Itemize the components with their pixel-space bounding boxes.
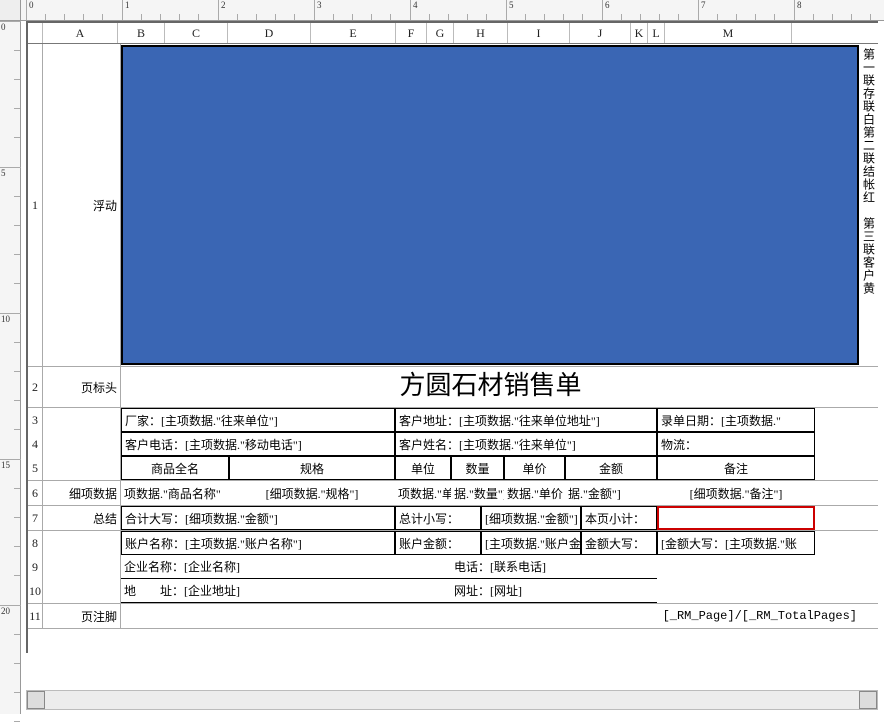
amt-upper-val[interactable]: [金额大写：[主项数据."账: [657, 531, 815, 555]
company-addr[interactable]: 地 址：[企业地址]: [121, 579, 451, 603]
scroll-left-icon[interactable]: [27, 691, 45, 709]
row-label-11: 11: [28, 604, 43, 628]
company-tel[interactable]: 电话：[联系电话]: [451, 555, 657, 579]
col-header-K[interactable]: K: [631, 23, 648, 43]
det-qty[interactable]: 据."数量"]: [451, 481, 504, 505]
float-label: 浮动: [43, 44, 121, 366]
report-title: 方圆石材销售单: [121, 367, 860, 407]
column-headers: ABCDEFGHIJKLM: [28, 23, 878, 44]
hdr-unit[interactable]: 单位: [395, 456, 451, 480]
det-product[interactable]: 项数据."商品名称": [121, 481, 229, 505]
col-header-F[interactable]: F: [396, 23, 427, 43]
design-sheet[interactable]: ABCDEFGHIJKLM 1 浮动 第一联存联白第二联结帐红 第三联客户黄 2…: [26, 21, 878, 653]
section-page-foot: 页注脚: [43, 604, 121, 628]
acct-amt-val[interactable]: [主项数据."账户金额: [481, 531, 581, 555]
hdr-amount[interactable]: 金额: [565, 456, 657, 480]
det-unit[interactable]: 项数据."单: [395, 481, 451, 505]
section-page-head: 页标头: [43, 367, 121, 407]
cell-entry-date[interactable]: 录单日期：[主项数据.": [657, 408, 815, 432]
col-header-E[interactable]: E: [311, 23, 396, 43]
col-header-H[interactable]: H: [454, 23, 508, 43]
row-label-5: 5: [28, 456, 43, 480]
page-subtotal-val[interactable]: [657, 506, 815, 530]
det-remark[interactable]: [细项数据."备注"]: [657, 481, 815, 505]
sum-upper[interactable]: 合计大写：[细项数据."金额"]: [121, 506, 395, 530]
ruler-corner: [0, 0, 21, 21]
row-label-7: 7: [28, 506, 43, 530]
row-label-2: 2: [28, 367, 43, 407]
hdr-qty[interactable]: 数量: [451, 456, 504, 480]
page-counter[interactable]: [_RM_Page]/[_RM_TotalPages]: [640, 604, 860, 628]
float-region[interactable]: [121, 45, 859, 365]
cell-logistics[interactable]: 物流：: [657, 432, 815, 456]
scroll-right-icon[interactable]: [859, 691, 877, 709]
horizontal-scrollbar[interactable]: [26, 690, 878, 710]
col-header-I[interactable]: I: [508, 23, 570, 43]
cell-vendor[interactable]: 厂家：[主项数据."往来单位"]: [121, 408, 395, 432]
det-price[interactable]: 数据."单价: [504, 481, 565, 505]
col-header-M[interactable]: M: [665, 23, 792, 43]
page-subtotal-label[interactable]: 本页小计：: [581, 506, 657, 530]
hdr-remark[interactable]: 备注: [657, 456, 815, 480]
cell-cust-name[interactable]: 客户姓名：[主项数据."往来单位"]: [395, 432, 657, 456]
col-header-row[interactable]: [28, 23, 43, 43]
det-spec[interactable]: [细项数据."规格"]: [229, 481, 395, 505]
ruler-horizontal: 012345678: [0, 0, 884, 21]
hdr-price[interactable]: 单价: [504, 456, 565, 480]
hdr-spec[interactable]: 规格: [229, 456, 395, 480]
col-header-L[interactable]: L: [648, 23, 665, 43]
det-amount[interactable]: 据."金额"]: [565, 481, 657, 505]
row-label-4: 4: [28, 432, 43, 456]
row-label-1: 1: [28, 44, 43, 366]
row-label-3: 3: [28, 408, 43, 432]
ruler-vertical: 05101520: [0, 0, 21, 714]
col-header-A[interactable]: A: [43, 23, 118, 43]
hdr-product[interactable]: 商品全名: [121, 456, 229, 480]
duplicate-copies-label: 第一联存联白第二联结帐红 第三联客户黄: [860, 44, 878, 366]
section-sum: 总结: [43, 506, 121, 530]
section-detail: 细项数据: [43, 481, 121, 505]
company-name[interactable]: 企业名称：[企业名称]: [121, 555, 451, 579]
row-label-8: 8: [28, 531, 43, 555]
col-header-D[interactable]: D: [228, 23, 311, 43]
col-header-J[interactable]: J: [570, 23, 631, 43]
acct-name[interactable]: 账户名称：[主项数据."账户名称"]: [121, 531, 395, 555]
sum-lower-label[interactable]: 总计小写：: [395, 506, 481, 530]
acct-amt-label[interactable]: 账户金额：: [395, 531, 481, 555]
col-header-C[interactable]: C: [165, 23, 228, 43]
col-header-B[interactable]: B: [118, 23, 165, 43]
col-header-G[interactable]: G: [427, 23, 454, 43]
row-label-6: 6: [28, 481, 43, 505]
cell-cust-addr[interactable]: 客户地址：[主项数据."往来单位地址"]: [395, 408, 657, 432]
company-web[interactable]: 网址：[网址]: [451, 579, 657, 603]
row-label-9: 9: [28, 555, 43, 579]
sum-lower-val[interactable]: [细项数据."金额"]: [481, 506, 581, 530]
row-label-10: 10: [28, 579, 43, 603]
amt-upper-label[interactable]: 金额大写：: [581, 531, 657, 555]
cell-cust-phone[interactable]: 客户电话：[主项数据."移动电话"]: [121, 432, 395, 456]
